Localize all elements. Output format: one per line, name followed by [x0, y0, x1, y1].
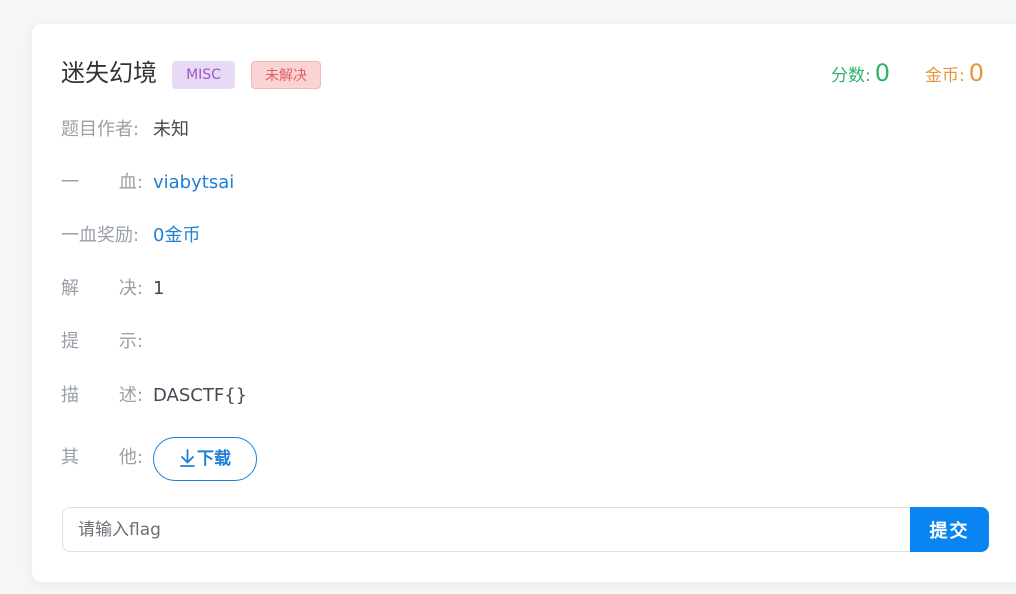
- download-button[interactable]: 下载: [153, 437, 257, 481]
- description-value: DASCTF{}: [153, 385, 248, 406]
- submit-button[interactable]: 提交: [910, 507, 989, 552]
- hint-label-a: 提: [61, 331, 79, 352]
- first-blood-label-a: 一: [61, 172, 79, 193]
- other-label-a: 其: [61, 447, 79, 468]
- author-value: 未知: [153, 119, 189, 140]
- hint-label-b: 示:: [118, 331, 143, 352]
- score-value: 0: [874, 59, 891, 87]
- download-icon: [180, 449, 195, 467]
- description-label-a: 描: [61, 385, 79, 406]
- author-label: 题目作者:: [61, 119, 140, 140]
- solves-label-a: 解: [61, 278, 79, 299]
- solves-label-b: 决:: [118, 278, 143, 299]
- coins-value: 0: [968, 59, 985, 87]
- first-blood-user-link[interactable]: viabytsai: [153, 168, 234, 198]
- download-label: 下载: [197, 449, 231, 469]
- first-blood-label-b: 血:: [118, 172, 143, 193]
- challenge-title: 迷失幻境: [61, 59, 157, 87]
- solves-value: 1: [153, 278, 165, 299]
- status-badge: 未解决: [251, 61, 321, 89]
- first-blood-reward-value: 0金币: [153, 225, 201, 246]
- score-display: 分数: 0: [831, 57, 890, 92]
- description-label-b: 述:: [118, 385, 143, 406]
- flag-input[interactable]: [62, 507, 912, 552]
- score-label: 分数:: [831, 66, 871, 86]
- coins-label: 金币:: [925, 66, 965, 86]
- first-blood-reward-label: 一血奖励:: [61, 225, 140, 246]
- other-label-b: 他:: [118, 447, 143, 468]
- category-tag: MISC: [172, 61, 235, 89]
- challenge-card: 迷失幻境 MISC 未解决 分数: 0 金币: 0 题目作者: 未知 一 血: vi…: [32, 24, 1016, 582]
- coins-display: 金币: 0: [925, 57, 984, 92]
